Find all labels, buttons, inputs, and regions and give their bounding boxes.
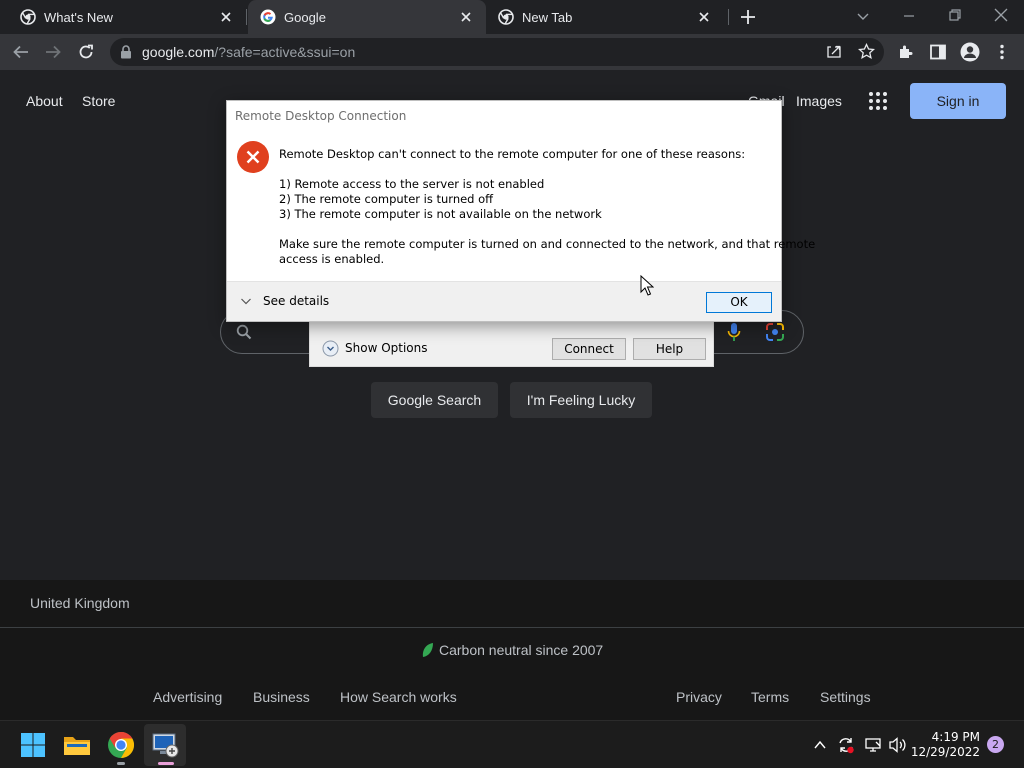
remote-desktop-taskbar-icon[interactable] — [149, 729, 181, 761]
active-indicator — [158, 762, 174, 765]
clock[interactable]: 4:19 PM 12/29/2022 — [911, 730, 980, 760]
tab-google[interactable]: Google — [248, 0, 486, 34]
file-explorer-icon[interactable] — [61, 729, 93, 761]
url-host: google.com — [142, 44, 215, 60]
ok-button[interactable]: OK — [706, 292, 772, 313]
voice-search-mic-icon[interactable] — [727, 322, 741, 342]
privacy-link[interactable]: Privacy — [676, 689, 722, 705]
rdp-error-dialog: Remote Desktop Connection Remote Desktop… — [226, 100, 815, 322]
windows-start-icon[interactable] — [17, 729, 49, 761]
restore-icon[interactable] — [947, 7, 963, 23]
apps-grid-icon[interactable] — [868, 91, 888, 111]
tab-search-chevron-down-icon[interactable] — [855, 8, 871, 24]
clock-date: 12/29/2022 — [910, 745, 980, 759]
network-icon[interactable] — [864, 736, 882, 754]
google-favicon-icon — [260, 9, 276, 25]
advice-line-2: access is enabled. — [279, 252, 385, 266]
running-indicator — [117, 762, 125, 765]
close-tab-icon[interactable] — [696, 9, 712, 25]
how-search-works-link[interactable]: How Search works — [340, 689, 457, 705]
side-panel-icon[interactable] — [929, 43, 947, 61]
tab-whats-new[interactable]: What's New — [8, 0, 246, 34]
sign-in-button[interactable]: Sign in — [910, 83, 1006, 119]
tab-title: Google — [284, 10, 326, 25]
reload-icon[interactable] — [77, 43, 95, 61]
url-text: google.com/?safe=active&ssui=on — [142, 44, 355, 60]
browser-toolbar: google.com/?safe=active&ssui=on — [0, 34, 1024, 70]
minimize-icon[interactable] — [901, 8, 917, 24]
see-details-chevron-down-icon[interactable] — [240, 295, 252, 307]
close-tab-icon[interactable] — [218, 9, 234, 25]
footer-links-bar: Carbon neutral since 2007 Advertising Bu… — [0, 628, 1024, 720]
reason-2: 2) The remote computer is turned off — [279, 192, 494, 206]
close-tab-icon[interactable] — [458, 9, 474, 25]
dialog-title: Remote Desktop Connection — [235, 109, 407, 123]
url-path: /?safe=active&ssui=on — [214, 44, 356, 60]
reason-3: 3) The remote computer is not available … — [279, 207, 602, 221]
dialog-footer: See details OK — [227, 281, 781, 321]
images-link[interactable]: Images — [796, 93, 842, 109]
carbon-neutral-link[interactable]: Carbon neutral since 2007 — [439, 642, 603, 658]
tab-separator — [728, 9, 729, 25]
advertising-link[interactable]: Advertising — [153, 689, 222, 705]
close-window-icon[interactable] — [993, 7, 1009, 23]
volume-icon[interactable] — [888, 736, 908, 754]
lens-camera-icon[interactable] — [765, 322, 785, 342]
tab-new-tab[interactable]: New Tab — [486, 0, 724, 34]
show-hidden-icons-chevron-up-icon[interactable] — [813, 738, 827, 752]
show-options-expand-icon[interactable] — [322, 340, 339, 357]
lock-icon[interactable] — [120, 45, 132, 59]
chrome-favicon-icon — [498, 9, 514, 25]
tab-separator — [246, 9, 247, 25]
terms-link[interactable]: Terms — [751, 689, 789, 705]
address-bar[interactable]: google.com/?safe=active&ssui=on — [110, 38, 884, 66]
see-details-label[interactable]: See details — [263, 294, 329, 308]
country-label: United Kingdom — [30, 595, 130, 611]
more-menu-icon[interactable] — [994, 43, 1010, 61]
error-icon — [237, 141, 269, 173]
new-tab-plus-icon[interactable] — [739, 8, 757, 26]
extensions-puzzle-icon[interactable] — [897, 43, 915, 61]
back-arrow-icon[interactable] — [12, 43, 30, 61]
about-link[interactable]: About — [26, 93, 63, 109]
show-options-label[interactable]: Show Options — [345, 341, 428, 355]
advice-line-1: Make sure the remote computer is turned … — [279, 237, 816, 251]
forward-arrow-icon[interactable] — [44, 43, 62, 61]
mouse-cursor-icon — [640, 275, 654, 297]
clock-time: 4:19 PM — [931, 730, 980, 744]
footer-country-bar: United Kingdom — [0, 580, 1024, 628]
notification-badge[interactable]: 2 — [987, 736, 1004, 753]
help-button[interactable]: Help — [633, 338, 706, 360]
windows-taskbar: 4:19 PM 12/29/2022 2 — [0, 720, 1024, 768]
remote-desktop-connection-window: Show Options Connect Help — [309, 321, 714, 367]
leaf-icon — [421, 642, 434, 658]
feeling-lucky-button[interactable]: I'm Feeling Lucky — [510, 382, 652, 418]
chrome-taskbar-icon[interactable] — [105, 729, 137, 761]
store-link[interactable]: Store — [82, 93, 115, 109]
settings-link[interactable]: Settings — [820, 689, 871, 705]
reason-1: 1) Remote access to the server is not en… — [279, 177, 545, 191]
sync-error-icon[interactable] — [836, 735, 856, 755]
business-link[interactable]: Business — [253, 689, 310, 705]
tab-strip: What's New Google New Tab — [0, 0, 1024, 34]
profile-avatar-icon[interactable] — [960, 42, 980, 62]
connect-button[interactable]: Connect — [552, 338, 626, 360]
share-icon[interactable] — [826, 44, 842, 60]
chrome-favicon-icon — [20, 9, 36, 25]
search-icon — [236, 324, 252, 340]
tab-title: New Tab — [522, 10, 573, 25]
google-search-button[interactable]: Google Search — [371, 382, 498, 418]
tab-title: What's New — [44, 10, 113, 25]
bookmark-star-icon[interactable] — [858, 43, 875, 60]
error-message: Remote Desktop can't connect to the remo… — [279, 147, 746, 161]
